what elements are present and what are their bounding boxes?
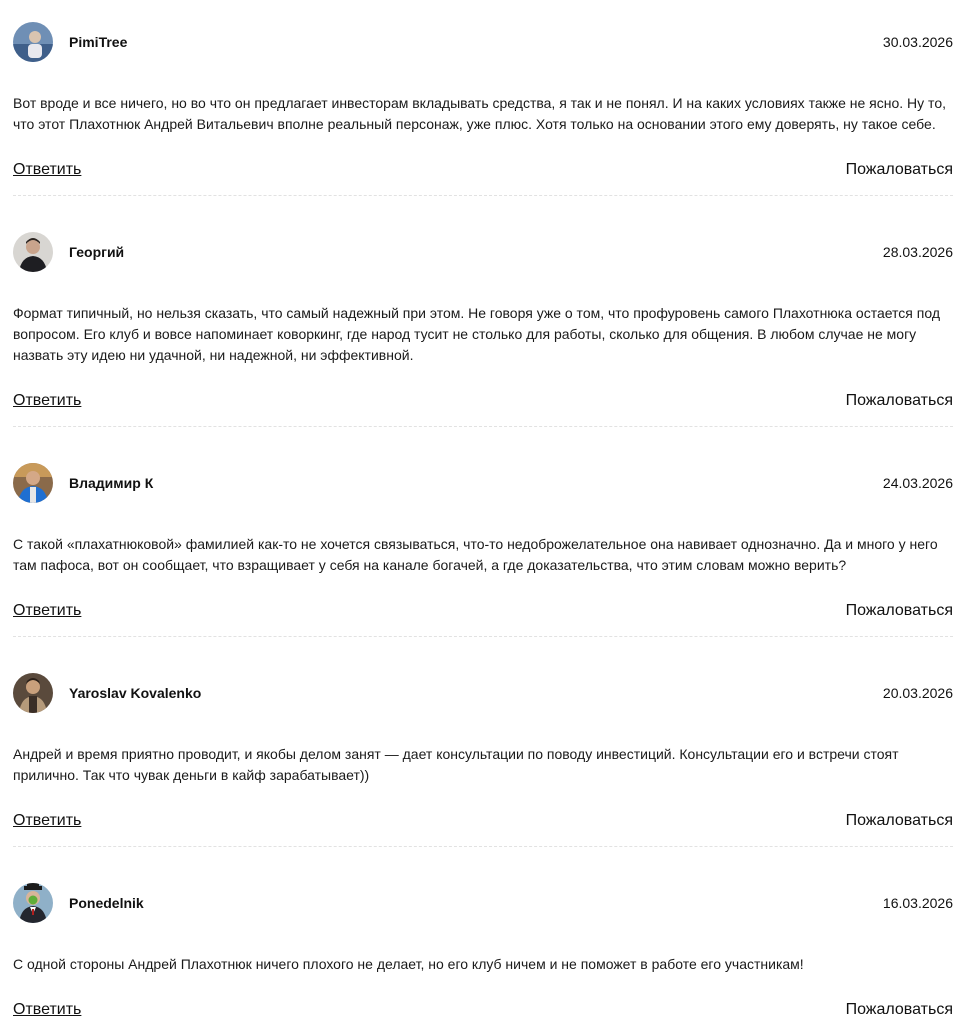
comment-text: Андрей и время приятно проводит, и якобы…	[13, 746, 899, 783]
comment-header: Yaroslav Kovalenko 20.03.2026	[13, 673, 953, 713]
report-link[interactable]: Пожаловаться	[846, 1000, 953, 1020]
report-link[interactable]: Пожаловаться	[846, 160, 953, 180]
comment-author: Ponedelnik	[69, 895, 144, 911]
report-link[interactable]: Пожаловаться	[846, 391, 953, 411]
comment-date: 24.03.2026	[882, 475, 953, 491]
report-link[interactable]: Пожаловаться	[846, 811, 953, 831]
comment-date: 20.03.2026	[882, 685, 953, 701]
comment-header: Владимир К 24.03.2026	[13, 463, 953, 503]
comment-text: С такой «плахатнюковой» фамилией как-то …	[13, 536, 938, 573]
reply-link[interactable]: Ответить	[13, 1000, 81, 1020]
comment-author: Владимир К	[69, 475, 154, 491]
comment-header: PimiTree 30.03.2026	[13, 22, 953, 62]
comment-date: 28.03.2026	[882, 244, 953, 260]
comment-header: Ponedelnik 16.03.2026	[13, 883, 953, 923]
comment-text: С одной стороны Андрей Плахотнюк ничего …	[13, 956, 804, 972]
comment-author: Георгий	[69, 244, 125, 260]
comment-date: 30.03.2026	[882, 34, 953, 50]
reply-link[interactable]: Ответить	[13, 811, 81, 831]
user-avatar	[13, 883, 53, 923]
user-avatar	[13, 673, 53, 713]
comment-item: Yaroslav Kovalenko 20.03.2026 Андрей и в…	[13, 673, 953, 847]
reply-link[interactable]: Ответить	[13, 391, 81, 411]
comment-actions: Ответить Пожаловаться	[13, 160, 953, 182]
comment-divider	[13, 426, 953, 427]
comment-item: Владимир К 24.03.2026 С такой «плахатнюк…	[13, 463, 953, 637]
comment-actions: Ответить Пожаловаться	[13, 391, 953, 413]
comments-list: PimiTree 30.03.2026 Вот вроде и все ниче…	[0, 0, 966, 1028]
comment-item: Георгий 28.03.2026 Формат типичный, но н…	[13, 232, 953, 427]
comment-text: Формат типичный, но нельзя сказать, что …	[13, 305, 941, 363]
user-avatar	[13, 22, 53, 62]
reply-link[interactable]: Ответить	[13, 160, 81, 180]
user-avatar	[13, 463, 53, 503]
comment-item: Ponedelnik 16.03.2026 С одной стороны Ан…	[13, 883, 953, 1018]
report-link[interactable]: Пожаловаться	[846, 601, 953, 621]
reply-link[interactable]: Ответить	[13, 601, 81, 621]
comment-header: Георгий 28.03.2026	[13, 232, 953, 272]
comment-divider	[13, 846, 953, 847]
comment-author: PimiTree	[69, 34, 128, 50]
comment-item: PimiTree 30.03.2026 Вот вроде и все ниче…	[13, 22, 953, 196]
comment-date: 16.03.2026	[882, 895, 953, 911]
comment-actions: Ответить Пожаловаться	[13, 1000, 953, 1022]
comment-text: Вот вроде и все ничего, но во что он пре…	[13, 95, 946, 132]
comment-divider	[13, 636, 953, 637]
user-avatar	[13, 232, 53, 272]
comment-actions: Ответить Пожаловаться	[13, 601, 953, 623]
comment-actions: Ответить Пожаловаться	[13, 811, 953, 833]
comment-divider	[13, 195, 953, 196]
comment-author: Yaroslav Kovalenko	[69, 685, 202, 701]
